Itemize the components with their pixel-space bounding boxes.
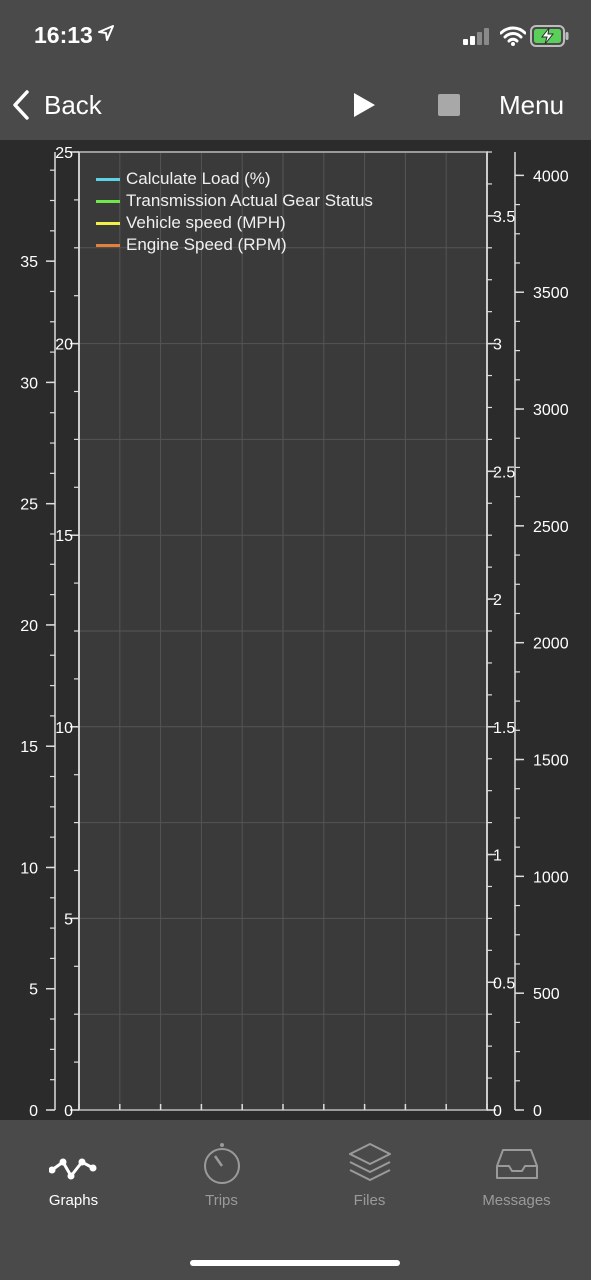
y-axis-outer-left-tick-label: 15 [20,739,38,756]
graph-icon [48,1158,96,1180]
legend-swatch [96,199,120,203]
legend-item: Calculate Load (%) [96,168,373,190]
graph-chart[interactable]: 05010005101520253035051015202500.511.522… [0,140,591,1120]
legend-item: Transmission Actual Gear Status [96,190,373,212]
y-axis-inner-right-tick-label: 1.5 [493,720,515,737]
y-axis-outer-left-tick-label: 30 [20,375,38,392]
chart-legend: Calculate Load (%) Transmission Actual G… [96,168,373,256]
y-axis-inner-left-tick-label: 0 [64,1103,73,1120]
y-axis-outer-left-tick-label: 20 [20,618,38,635]
y-axis-inner-right-tick-label: 0.5 [493,975,515,992]
inbox-icon [495,1149,538,1179]
play-icon[interactable] [352,92,376,118]
y-axis-inner-left-tick-label: 5 [64,911,73,928]
y-axis-outer-left-tick-label: 10 [20,860,38,877]
y-axis-outer-right-tick-label: 2000 [533,636,569,653]
wifi-icon [500,26,526,46]
location-arrow-icon [98,25,114,41]
y-axis-outer-right-tick-label: 0 [533,1103,542,1120]
y-axis-inner-right-tick-label: 3.5 [493,209,515,226]
y-axis-outer-right-tick-label: 2500 [533,519,569,536]
battery-charging-icon [530,25,569,47]
y-axis-inner-left-tick-label: 15 [55,528,73,545]
y-axis-inner-right-tick-label: 2 [493,592,502,609]
y-axis-inner-right-tick-label: 2.5 [493,464,515,481]
legend-label: Engine Speed (RPM) [126,235,287,254]
legend-swatch [96,243,120,247]
legend-swatch [96,177,120,181]
legend-item: Engine Speed (RPM) [96,234,373,256]
speedometer-icon [203,1143,240,1184]
stop-button[interactable] [438,94,460,116]
status-time: 16:13 [34,22,93,48]
legend-label: Transmission Actual Gear Status [126,191,373,210]
back-label: Back [44,89,102,120]
legend-label: Vehicle speed (MPH) [126,213,286,232]
tab-bar: Graphs Trips Files Messages [0,1120,591,1280]
tab-label: Graphs [48,1192,99,1209]
cellular-signal-icon [463,28,489,45]
y-axis-inner-right-tick-label: 0 [493,1103,502,1120]
home-indicator [190,1260,400,1266]
y-axis-outer-right-tick-label: 3500 [533,285,569,302]
y-axis-inner-right-tick-label: 1 [493,848,502,865]
legend-item: Vehicle speed (MPH) [96,212,373,234]
tab-label: Messages [482,1192,551,1209]
tab-label: Files [353,1192,386,1209]
tab-label: Trips [205,1192,238,1209]
y-axis-outer-right-tick-label: 500 [533,986,560,1003]
legend-label: Calculate Load (%) [126,169,271,188]
stack-icon [348,1143,391,1181]
y-axis-outer-right-tick-label: 1000 [533,869,569,886]
legend-swatch [96,221,120,225]
menu-button[interactable]: Menu [499,90,564,121]
y-axis-inner-left-tick-label: 10 [55,720,73,737]
tab-trips[interactable]: Trips [148,1140,295,1209]
y-axis-inner-left-tick-label: 20 [55,337,73,354]
y-axis-outer-right-tick-label: 1500 [533,753,569,770]
y-axis-outer-left-tick-label: 25 [20,497,38,514]
y-axis-outer-right-tick-label: 3000 [533,402,569,419]
tab-graphs[interactable]: Graphs [0,1140,147,1209]
y-axis-outer-left-tick-label: 35 [20,254,38,271]
y-axis-outer-right-tick-label: 4000 [533,168,569,185]
tab-files[interactable]: Files [296,1140,443,1209]
y-axis-outer-left-tick-label: 0 [29,1103,38,1120]
navigation-bar: Back Menu [0,70,591,140]
chevron-left-icon [13,90,29,120]
y-axis-inner-right-tick-label: 3 [493,337,502,354]
y-axis-outer-left-tick-label: 5 [29,982,38,999]
back-button[interactable]: Back [12,86,102,124]
tab-messages[interactable]: Messages [443,1140,590,1209]
y-axis-inner-left-tick-label: 25 [55,145,73,162]
status-bar: 16:13 [0,0,591,70]
